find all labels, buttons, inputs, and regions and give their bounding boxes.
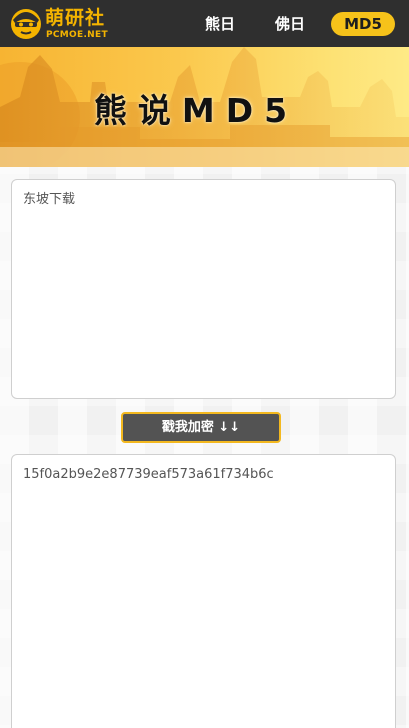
- encrypt-button[interactable]: 戳我加密 ↓↓: [121, 412, 281, 443]
- logo-name-en: PCMOE.NET: [46, 30, 108, 40]
- nav-bear-says[interactable]: 熊日: [196, 12, 244, 36]
- nav-md5-active[interactable]: MD5: [331, 12, 395, 36]
- site-logo[interactable]: 萌研社 PCMOE.NET: [9, 5, 109, 43]
- mascot-logo-icon: [11, 9, 41, 39]
- page-title: 熊说MD5: [93, 91, 299, 130]
- plaintext-input[interactable]: 东坡下载: [11, 179, 396, 399]
- page-banner: 熊说MD5: [0, 47, 409, 167]
- logo-name-cn: 萌研社: [45, 7, 106, 29]
- top-navigation-bar: 萌研社 PCMOE.NET 熊日 佛日 MD5: [0, 0, 409, 47]
- nav-buddha-says[interactable]: 佛日: [266, 12, 314, 36]
- md5-output[interactable]: 15f0a2b9e2e87739eaf573a61f734b6c: [11, 454, 396, 728]
